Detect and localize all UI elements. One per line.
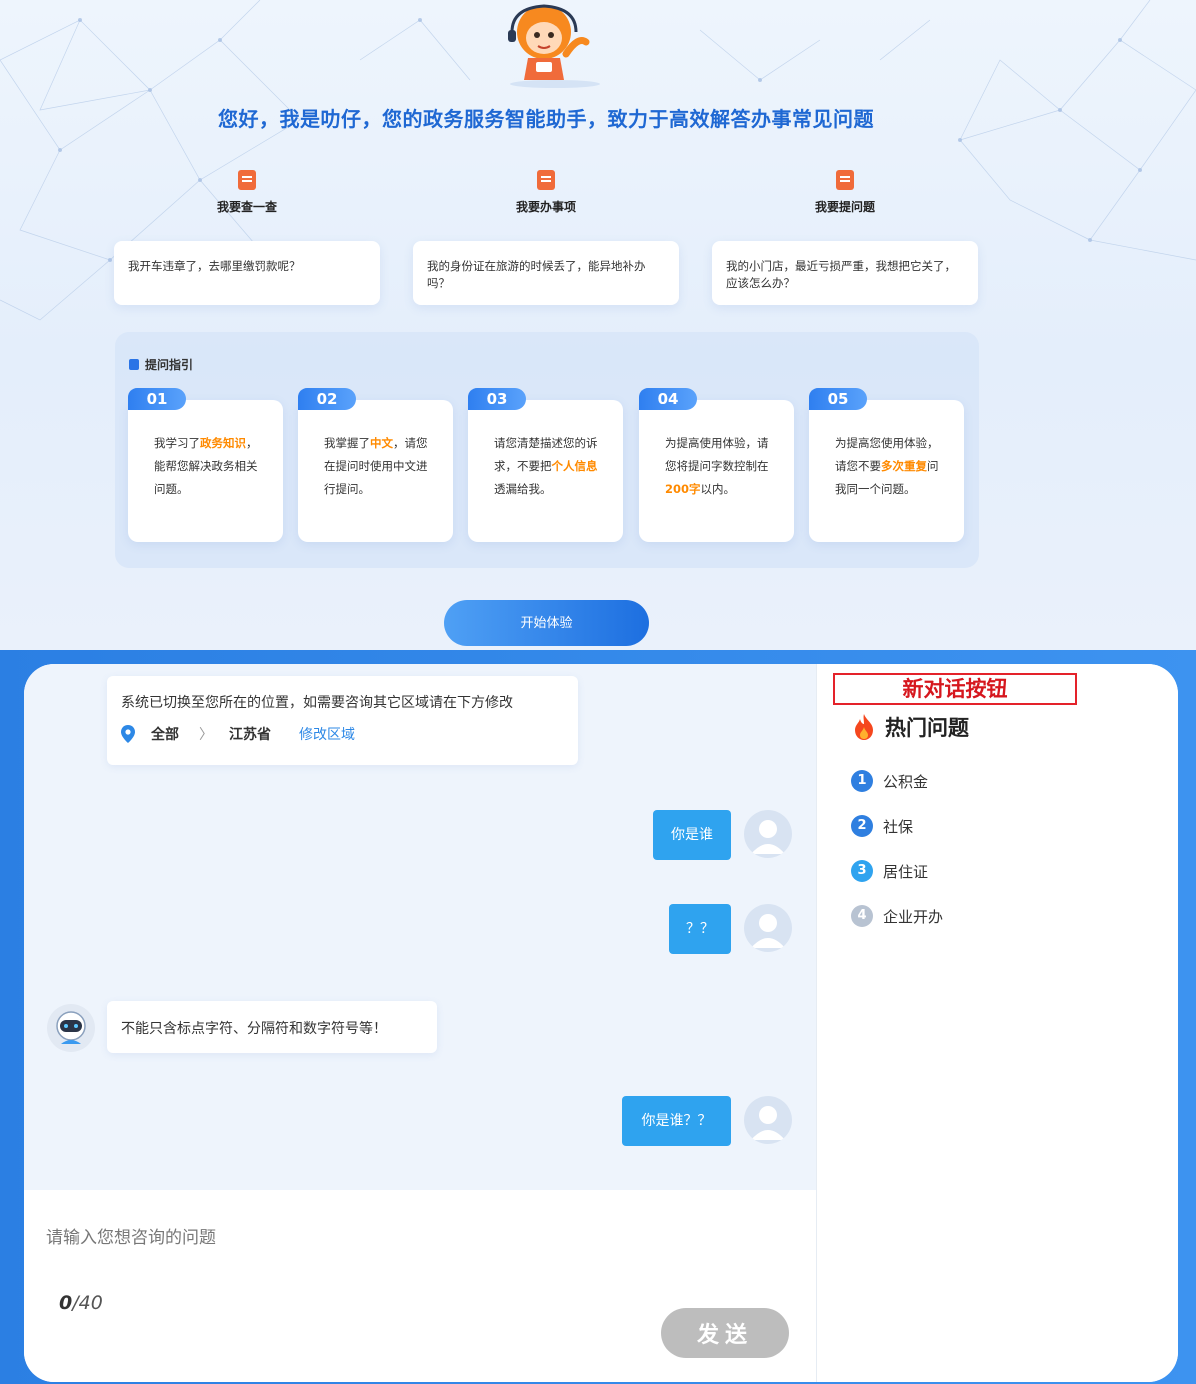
hot-question-label: 社保 xyxy=(883,817,914,836)
category-title: 我要查一查 xyxy=(216,200,277,214)
question-input[interactable] xyxy=(46,1220,646,1256)
step-number: 03 xyxy=(468,388,526,410)
guide-step: 02 我掌握了中文，请您在提问时使用中文进行提问。 xyxy=(298,388,453,542)
system-message-text: 系统已切换至您所在的位置，如需要咨询其它区域请在下方修改 xyxy=(121,695,513,711)
hot-question-item[interactable]: 2 社保 xyxy=(851,815,913,837)
location-system-message: 系统已切换至您所在的位置，如需要咨询其它区域请在下方修改 全部 〉 江苏省 修改… xyxy=(107,676,578,765)
char-counter: 0/40 xyxy=(59,1292,103,1314)
user-avatar-icon xyxy=(751,1106,785,1140)
bot-avatar xyxy=(47,1004,95,1052)
document-edit-icon xyxy=(537,170,555,190)
step-number: 04 xyxy=(639,388,697,410)
step-number: 02 xyxy=(298,388,356,410)
example-question-card[interactable]: 我的身份证在旅游的时候丢了，能异地补办吗？ xyxy=(413,241,679,305)
user-message: 你是谁？？ xyxy=(622,1096,731,1146)
step-text: 请您清楚描述您的诉求，不要把个人信息透漏给我。 xyxy=(494,436,598,496)
guide-icon xyxy=(129,359,139,370)
example-question-card[interactable]: 我的小门店，最近亏损严重，我想把它关了，应该怎么办？ xyxy=(712,241,978,305)
rank-badge: 3 xyxy=(851,860,873,882)
location-all[interactable]: 全部 xyxy=(151,724,179,744)
message-list[interactable]: 系统已切换至您所在的位置，如需要咨询其它区域请在下方修改 全部 〉 江苏省 修改… xyxy=(24,664,816,1190)
send-button[interactable]: 发送 xyxy=(661,1308,789,1358)
hot-question-item[interactable]: 3 居住证 xyxy=(851,860,928,882)
step-text: 我掌握了中文，请您在提问时使用中文进行提问。 xyxy=(324,436,428,496)
robot-icon xyxy=(56,1011,86,1044)
book-icon xyxy=(238,170,256,190)
example-question-card[interactable]: 我开车违章了，去哪里缴罚款呢？ xyxy=(114,241,380,305)
chat-window: 系统已切换至您所在的位置，如需要咨询其它区域请在下方修改 全部 〉 江苏省 修改… xyxy=(0,650,1196,1384)
category-ask-question[interactable]: 我要提问题 xyxy=(711,170,979,215)
step-text: 我学习了政务知识，能帮您解决政务相关问题。 xyxy=(154,436,258,496)
location-pin-icon xyxy=(121,725,135,743)
hot-question-label: 公积金 xyxy=(883,772,929,791)
hot-question-label: 居住证 xyxy=(883,862,929,881)
user-avatar-icon xyxy=(751,914,785,948)
bot-message: 不能只含标点字符、分隔符和数字符号等！ xyxy=(107,1001,437,1053)
category-handle-matters[interactable]: 我要办事项 xyxy=(412,170,680,215)
hot-question-label: 企业开办 xyxy=(883,907,944,926)
user-avatar xyxy=(744,904,792,952)
user-message: 你是谁 xyxy=(653,810,731,860)
chat-panel: 系统已切换至您所在的位置，如需要咨询其它区域请在下方修改 全部 〉 江苏省 修改… xyxy=(24,664,1178,1382)
composer: 0/40 发送 xyxy=(24,1190,816,1382)
welcome-headline: 您好，我是叻仔，您的政务服务智能助手，致力于高效解答办事常见问题 xyxy=(218,107,874,131)
hot-question-item[interactable]: 1 公积金 xyxy=(851,770,928,792)
guide-step: 01 我学习了政务知识，能帮您解决政务相关问题。 xyxy=(128,388,283,542)
hot-question-item[interactable]: 4 企业开办 xyxy=(851,905,943,927)
user-message: ？？ xyxy=(669,904,731,954)
mascot-icon xyxy=(508,4,600,88)
user-avatar xyxy=(744,1096,792,1144)
location-province: 江苏省 xyxy=(229,727,271,743)
step-text: 为提高使用体验，请您将提问字数控制在200字以内。 xyxy=(665,436,769,496)
category-title: 我要提问题 xyxy=(814,200,875,214)
location-row: 全部 〉 江苏省 修改区域 xyxy=(121,724,564,744)
intro-panel: 您好，我是叻仔，您的政务服务智能助手，致力于高效解答办事常见问题 我要查一查 我… xyxy=(0,0,1196,650)
step-text: 为提高您使用体验，请您不要多次重复问我同一个问题。 xyxy=(835,436,939,496)
rank-badge: 1 xyxy=(851,770,873,792)
guide-step: 05 为提高您使用体验，请您不要多次重复问我同一个问题。 xyxy=(809,388,964,542)
new-chat-button[interactable]: 新对话按钮 xyxy=(833,673,1077,705)
user-avatar-icon xyxy=(751,820,785,854)
guide-step: 03 请您清楚描述您的诉求，不要把个人信息透漏给我。 xyxy=(468,388,623,542)
start-experience-button[interactable]: 开始体验 xyxy=(444,600,649,646)
guide-step: 04 为提高使用体验，请您将提问字数控制在200字以内。 xyxy=(639,388,794,542)
user-avatar xyxy=(744,810,792,858)
edit-region-link[interactable]: 修改区域 xyxy=(299,724,355,744)
hot-questions-title: 热门问题 xyxy=(885,716,969,740)
question-guide: 提问指引 01 我学习了政务知识，能帮您解决政务相关问题。 02 我掌握了中文，… xyxy=(115,332,979,568)
hot-questions-sidebar: 新对话按钮 热门问题 1 公积金 2 社保 3 居住证 4 企业开办 xyxy=(816,664,1178,1382)
category-lookup[interactable]: 我要查一查 xyxy=(113,170,381,215)
rank-badge: 2 xyxy=(851,815,873,837)
question-icon xyxy=(836,170,854,190)
fire-icon xyxy=(855,714,873,740)
step-number: 01 xyxy=(128,388,186,410)
hot-questions-header: 热门问题 xyxy=(853,712,969,742)
category-title: 我要办事项 xyxy=(515,200,576,214)
guide-title: 提问指引 xyxy=(129,356,193,373)
chevron-right-icon: 〉 xyxy=(199,727,213,743)
rank-badge: 4 xyxy=(851,905,873,927)
step-number: 05 xyxy=(809,388,867,410)
